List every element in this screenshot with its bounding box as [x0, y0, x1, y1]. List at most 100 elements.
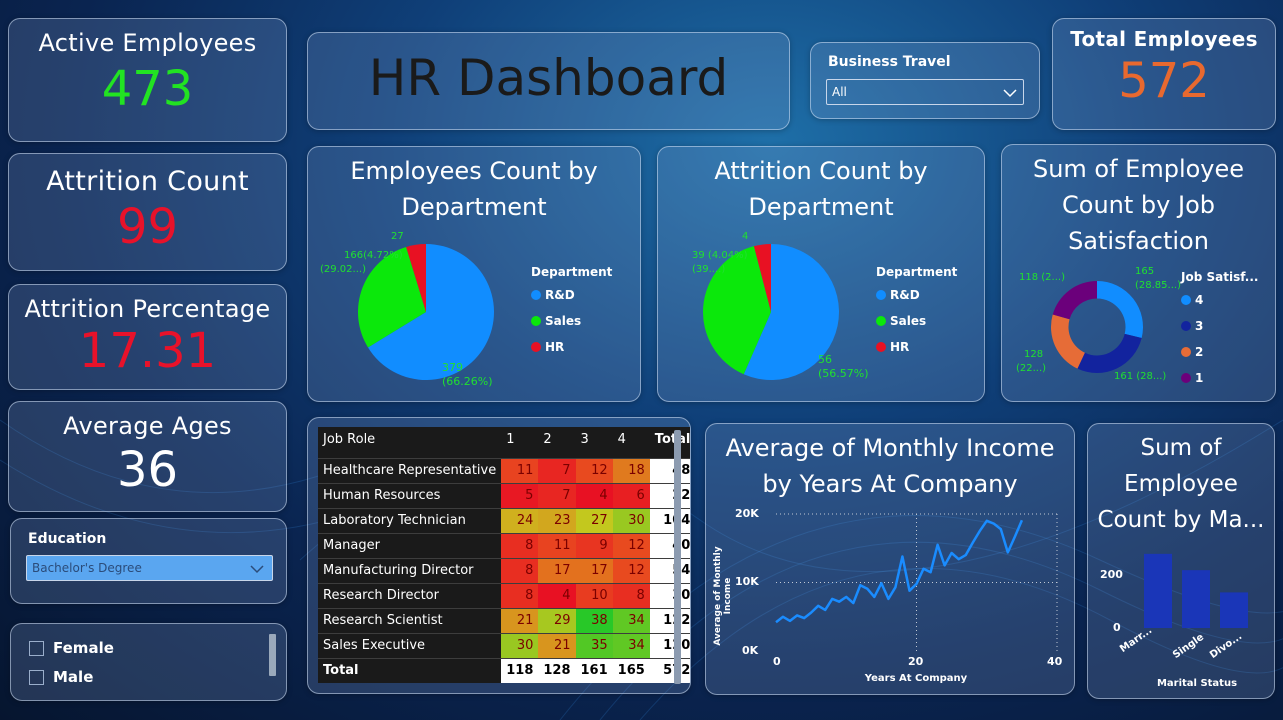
table-row: Human Resources 5 7 4 6 22: [318, 483, 690, 508]
chevron-down-icon: [250, 565, 264, 574]
pie-slice-3[interactable]: [1077, 333, 1142, 373]
total-employees-value: 572: [1118, 53, 1210, 109]
pie2-legend-rnd: R&D: [876, 288, 957, 302]
gender-option-male[interactable]: Male: [29, 668, 93, 686]
pie1-legend-title: Department: [531, 265, 613, 279]
pie-slice-1[interactable]: [1052, 281, 1097, 320]
active-employees-value: 473: [101, 61, 194, 117]
matrix-container: Job Role 1 2 3 4 Total Healthcare Repres…: [318, 427, 690, 683]
matrix-value-cell: 8: [612, 583, 650, 608]
education-dropdown[interactable]: Bachelor's Degree: [26, 555, 273, 581]
matrix-value-cell: 29: [538, 608, 576, 633]
matrix-header-4[interactable]: 4: [613, 427, 650, 452]
pie2-legend-hr: HR: [876, 340, 957, 354]
dot-icon: [531, 316, 541, 326]
marital-ytick-0: 0: [1113, 621, 1121, 634]
matrix-header-job-role[interactable]: Job Role: [318, 427, 501, 452]
job-sat-title-1: Sum of Employee: [1032, 155, 1245, 183]
male-label: Male: [53, 668, 94, 686]
matrix-value-cell: 23: [538, 508, 576, 533]
male-checkbox[interactable]: [29, 669, 44, 685]
matrix-job-role-cell: Human Resources: [323, 488, 441, 503]
gender-scrollbar[interactable]: [269, 634, 276, 676]
matrix-value-cell: 12: [612, 558, 650, 583]
attrition-count-card: Attrition Count 99: [8, 153, 287, 271]
matrix-value-cell: 8: [501, 583, 539, 608]
business-travel-dropdown[interactable]: All: [826, 79, 1024, 105]
employees-by-department-card: Employees Count by Department 27 166(4.7…: [307, 146, 641, 402]
donut-label-1: 118 (2...): [1019, 272, 1065, 283]
matrix-header-1[interactable]: 1: [501, 427, 538, 452]
income-series-line[interactable]: [775, 519, 1024, 624]
dot-icon: [531, 342, 541, 352]
average-ages-value: 36: [116, 442, 179, 498]
monthly-income-line-chart: [775, 513, 1058, 651]
dot-icon: [531, 290, 541, 300]
matrix-value-cell: 17: [575, 558, 613, 583]
dot-icon: [876, 342, 886, 352]
pie-slice-2[interactable]: [1051, 314, 1085, 369]
pie2-label-sales-hr: 39 (4.04%) (39....): [692, 249, 748, 277]
pie1-label-rnd: 379 (66.26%): [442, 361, 493, 389]
gender-option-female[interactable]: Female: [29, 639, 114, 657]
matrix-header-2[interactable]: 2: [538, 427, 575, 452]
income-xtick-20: 20: [908, 655, 924, 668]
matrix-value-cell: 38: [575, 608, 613, 633]
matrix-value-cell: 27: [575, 508, 613, 533]
bar-divorced[interactable]: [1220, 592, 1248, 628]
matrix-value-cell: 35: [575, 633, 613, 658]
pie2-legend-sales: Sales: [876, 314, 957, 328]
education-label: Education: [28, 531, 107, 547]
bar-single[interactable]: [1182, 570, 1210, 628]
donut-legend: Job Satisf... 4 3 2 1: [1181, 270, 1258, 385]
matrix-total-cell: 122: [649, 608, 690, 633]
pie1-sales-count: 166: [344, 250, 364, 261]
matrix-value-cell: 30: [501, 633, 539, 658]
pie2-sales-pct: (39....): [692, 264, 726, 275]
matrix-total-cell: 30: [649, 583, 690, 608]
average-ages-label: Average Ages: [63, 412, 232, 440]
job-sat-title-3: Satisfaction: [1068, 227, 1209, 255]
matrix-value-cell: 9: [575, 533, 613, 558]
business-travel-selected: All: [832, 85, 847, 99]
matrix-total-cell: 40: [649, 533, 690, 558]
matrix-job-role-cell: Manager: [323, 538, 380, 553]
matrix-job-role-cell: Research Director: [323, 588, 439, 603]
matrix-value-cell: 21: [501, 608, 539, 633]
matrix-job-role-cell: Laboratory Technician: [323, 513, 466, 528]
matrix-value-cell: 8: [501, 533, 539, 558]
matrix-total-cell: 120: [649, 633, 690, 658]
attr-dept-title-1: Attrition Count by: [714, 157, 928, 185]
matrix-header-total[interactable]: Total: [650, 427, 690, 452]
donut-legend-4: 4: [1181, 293, 1258, 307]
matrix-value-cell: 5: [501, 483, 539, 508]
matrix-value-cell: 4: [575, 483, 613, 508]
monthly-income-card: Average of Monthly Income by Years At Co…: [705, 423, 1075, 695]
matrix-value-cell: 21: [538, 633, 576, 658]
attrition-count-label: Attrition Count: [46, 166, 249, 197]
education-slicer: Education Bachelor's Degree: [10, 518, 287, 604]
active-employees-label: Active Employees: [38, 29, 257, 57]
dot-icon: [1181, 347, 1191, 357]
pie1-legend-rnd: R&D: [531, 288, 612, 302]
income-ytick-0k: 0K: [742, 644, 759, 657]
bar-married[interactable]: [1144, 553, 1172, 628]
pie1-hr-pct: (4.72%): [363, 250, 403, 261]
average-ages-card: Average Ages 36: [8, 401, 287, 512]
emp-dept-title-1: Employees Count by: [350, 157, 598, 185]
income-xlabel: Years At Company: [864, 673, 968, 684]
income-ylabel: Average of Monthly Income: [713, 546, 733, 646]
donut-legend-2: 2: [1181, 345, 1258, 359]
pie2-legend: Department R&D Sales HR: [876, 265, 957, 354]
matrix-value-cell: 11: [501, 458, 539, 483]
dot-icon: [876, 290, 886, 300]
donut-legend-3: 3: [1181, 319, 1258, 333]
matrix-header-3[interactable]: 3: [576, 427, 613, 452]
matrix-scrollbar[interactable]: [674, 430, 681, 684]
total-employees-card: Total Employees 572: [1052, 18, 1276, 130]
attrition-by-department-card: Attrition Count by Department 4 39 (4.04…: [657, 146, 985, 402]
matrix-value-cell: 12: [575, 458, 613, 483]
attrition-percentage-value: 17.31: [78, 323, 217, 379]
pie2-legend-title: Department: [876, 265, 958, 279]
female-checkbox[interactable]: [29, 640, 44, 656]
